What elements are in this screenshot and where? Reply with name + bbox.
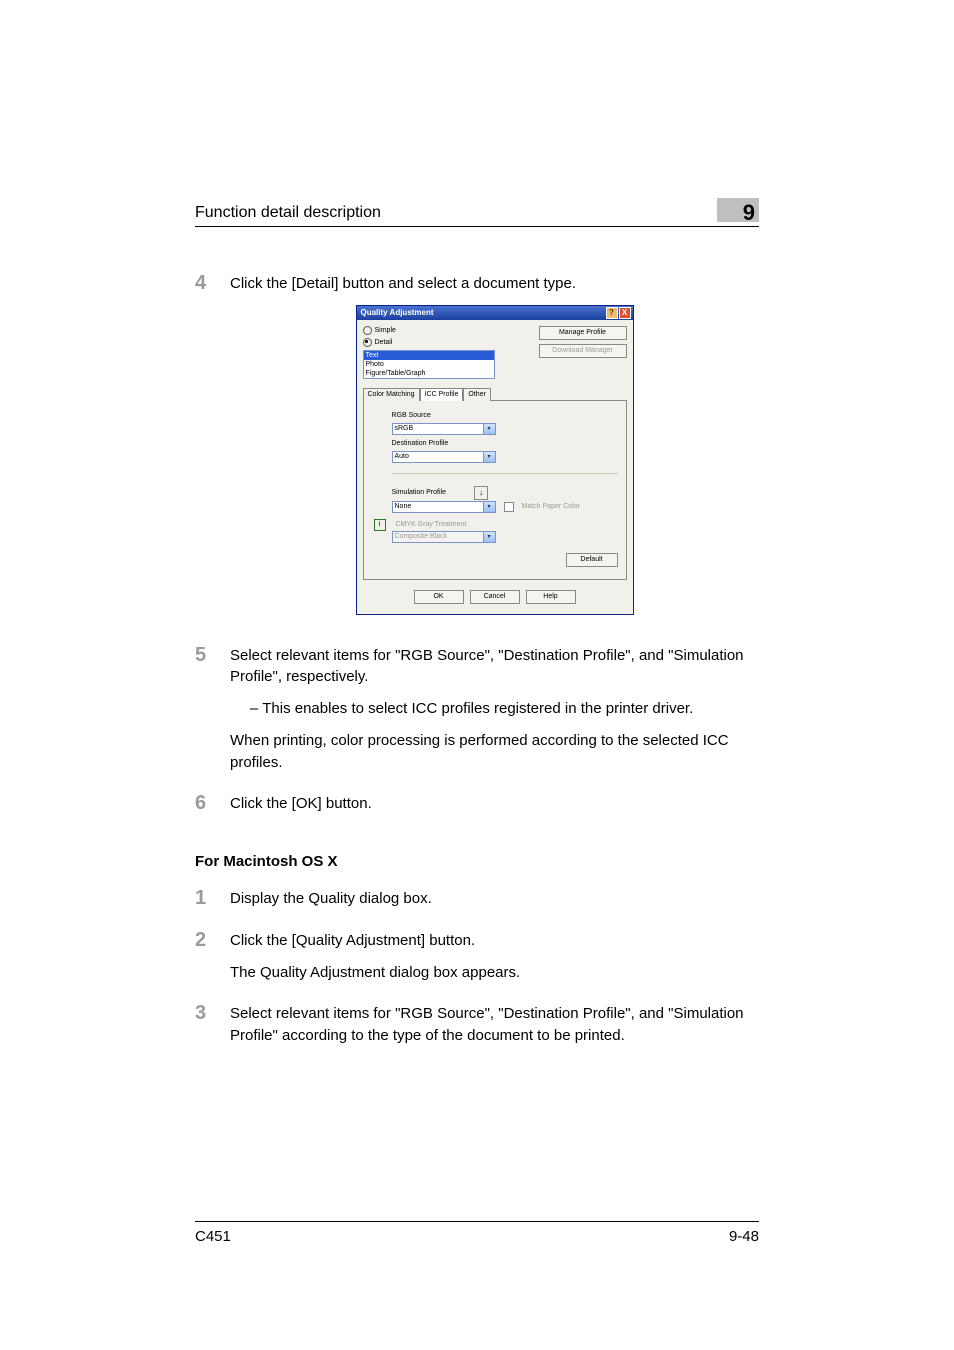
mac-step-2-text: Click the [Quality Adjustment] button. <box>230 930 759 952</box>
footer-right: 9-48 <box>729 1228 759 1245</box>
step-6-text: Click the [OK] button. <box>230 793 759 815</box>
list-item[interactable]: Figure/Table/Graph <box>364 369 494 378</box>
tab-panel-icc: RGB Source sRGB ▾ Destination Profile Au… <box>363 401 627 579</box>
mac-step-2-note: The Quality Adjustment dialog box appear… <box>230 962 759 984</box>
header-title: Function detail description <box>195 204 381 222</box>
chevron-down-icon: ▾ <box>483 452 495 462</box>
step-5-note: When printing, color processing is perfo… <box>230 730 759 774</box>
step-number: 5 <box>195 645 230 784</box>
step-4: 4 Click the [Detail] button and select a… <box>195 273 759 615</box>
match-paper-color-label: Match Paper Color <box>522 502 580 512</box>
manage-profile-button[interactable]: Manage Profile <box>539 326 627 340</box>
default-button[interactable]: Default <box>566 553 618 567</box>
step-5: 5 Select relevant items for "RGB Source"… <box>195 645 759 784</box>
radio-icon <box>363 326 372 335</box>
rgb-source-label: RGB Source <box>392 411 618 421</box>
dialog-titlebar: Quality Adjustment ? X <box>357 306 633 320</box>
cmyk-gray-select: Composite Black ▾ <box>392 531 496 543</box>
step-number: 4 <box>195 273 230 615</box>
destination-profile-label: Destination Profile <box>392 439 618 449</box>
cancel-button[interactable]: Cancel <box>470 590 520 604</box>
mac-step-3: 3 Select relevant items for "RGB Source"… <box>195 1003 759 1057</box>
step-5-sub: – This enables to select ICC profiles re… <box>230 698 759 720</box>
radio-detail-label: Detail <box>375 338 393 348</box>
quality-adjustment-dialog: Quality Adjustment ? X Simple <box>356 305 634 615</box>
tab-icc-profile[interactable]: ICC Profile <box>420 388 464 401</box>
chevron-down-icon: ▾ <box>483 532 495 542</box>
list-item[interactable]: Photo <box>364 360 494 369</box>
mac-step-1: 1 Display the Quality dialog box. <box>195 888 759 920</box>
step-number: 3 <box>195 1003 230 1057</box>
destination-profile-select[interactable]: Auto ▾ <box>392 451 496 463</box>
destination-profile-value: Auto <box>393 452 483 462</box>
cmyk-gray-value: Composite Black <box>393 532 483 542</box>
step-4-text: Click the [Detail] button and select a d… <box>230 273 759 295</box>
chevron-down-icon: ▾ <box>483 502 495 512</box>
simulation-profile-label: Simulation Profile <box>392 488 446 498</box>
chapter-badge: 9 <box>717 198 759 222</box>
help-icon[interactable]: ? <box>606 307 618 319</box>
radio-simple-label: Simple <box>375 326 396 336</box>
dialog-title-text: Quality Adjustment <box>361 307 434 319</box>
radio-icon <box>363 338 372 347</box>
document-page: Function detail description 9 4 Click th… <box>0 0 954 1350</box>
rgb-source-value: sRGB <box>393 424 483 434</box>
mac-step-1-text: Display the Quality dialog box. <box>230 888 759 910</box>
simulation-profile-select[interactable]: None ▾ <box>392 501 496 513</box>
radio-simple[interactable]: Simple <box>363 326 539 336</box>
chevron-down-icon: ▾ <box>483 424 495 434</box>
page-footer: C451 9-48 <box>195 1221 759 1245</box>
download-icon[interactable]: ↓ <box>474 486 488 500</box>
document-type-list[interactable]: Text Photo Figure/Table/Graph <box>363 350 495 379</box>
step-number: 6 <box>195 793 230 825</box>
footer-left: C451 <box>195 1228 231 1245</box>
match-paper-color-checkbox <box>504 502 514 512</box>
tabs: Color Matching ICC Profile Other <box>363 387 627 401</box>
page-header: Function detail description 9 <box>195 198 759 227</box>
mac-step-2: 2 Click the [Quality Adjustment] button.… <box>195 930 759 994</box>
simulation-profile-value: None <box>393 502 483 512</box>
cmyk-gray-label: CMYK Gray Treatment <box>396 520 467 530</box>
rgb-source-select[interactable]: sRGB ▾ <box>392 423 496 435</box>
ok-button[interactable]: OK <box>414 590 464 604</box>
step-6: 6 Click the [OK] button. <box>195 793 759 825</box>
mac-step-3-text: Select relevant items for "RGB Source", … <box>230 1003 759 1047</box>
help-button[interactable]: Help <box>526 590 576 604</box>
step-number: 1 <box>195 888 230 920</box>
tab-other[interactable]: Other <box>463 388 491 401</box>
download-manager-button: Download Manager <box>539 344 627 358</box>
close-icon[interactable]: X <box>619 307 631 319</box>
step-number: 2 <box>195 930 230 994</box>
radio-detail[interactable]: Detail <box>363 338 539 348</box>
macintosh-heading: For Macintosh OS X <box>195 853 759 870</box>
step-5-text: Select relevant items for "RGB Source", … <box>230 645 759 689</box>
list-item[interactable]: Text <box>364 351 494 360</box>
tab-color-matching[interactable]: Color Matching <box>363 388 420 401</box>
info-icon: i <box>374 519 386 531</box>
